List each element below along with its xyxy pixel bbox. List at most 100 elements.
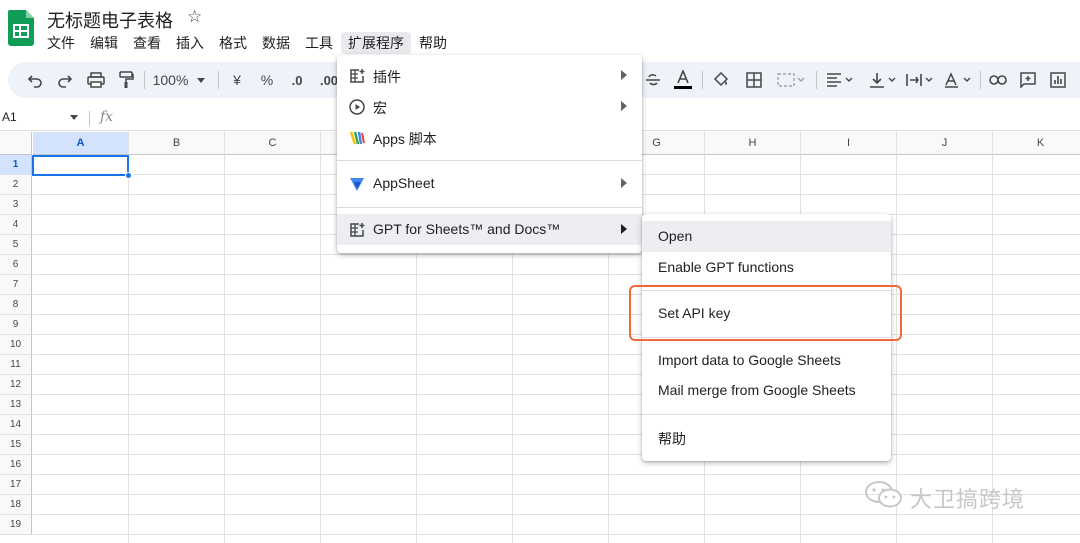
horizontal-align-icon[interactable] bbox=[822, 62, 858, 98]
insert-chart-icon[interactable] bbox=[1045, 62, 1071, 98]
menu-item-label: GPT for Sheets™ and Docs™ bbox=[373, 221, 561, 237]
print-icon[interactable] bbox=[83, 62, 109, 98]
menu-item-apps-script[interactable]: Apps 脚本 bbox=[337, 122, 642, 153]
row-header-7[interactable]: 7 bbox=[0, 275, 32, 295]
column-header-c[interactable]: C bbox=[225, 132, 321, 155]
menu-format[interactable]: 格式 bbox=[212, 32, 254, 54]
row-header-10[interactable]: 10 bbox=[0, 335, 32, 355]
row-header-5[interactable]: 5 bbox=[0, 235, 32, 255]
fill-handle[interactable] bbox=[125, 172, 132, 179]
percent-format-button[interactable]: % bbox=[256, 62, 278, 98]
menu-divider bbox=[337, 207, 642, 208]
text-rotation-icon[interactable] bbox=[940, 62, 976, 98]
sheets-logo-icon[interactable] bbox=[8, 10, 34, 46]
appsheet-icon bbox=[348, 175, 365, 192]
row-header-1[interactable]: 1 bbox=[0, 155, 32, 175]
row-header-6[interactable]: 6 bbox=[0, 255, 32, 275]
menu-tools[interactable]: 工具 bbox=[298, 32, 340, 54]
submenu-item-enable-gpt-functions[interactable]: Enable GPT functions bbox=[642, 252, 891, 283]
borders-icon[interactable] bbox=[741, 62, 767, 98]
row-header-4[interactable]: 4 bbox=[0, 215, 32, 235]
decrease-decimal-button[interactable]: .0 bbox=[285, 62, 309, 98]
play-circle-icon bbox=[348, 98, 365, 115]
row-header-3[interactable]: 3 bbox=[0, 195, 32, 215]
menu-extensions[interactable]: 扩展程序 bbox=[341, 32, 411, 54]
submenu-item-open[interactable]: Open bbox=[642, 221, 891, 252]
wechat-icon bbox=[864, 480, 904, 515]
text-wrap-icon[interactable] bbox=[902, 62, 938, 98]
column-header-i[interactable]: I bbox=[801, 132, 897, 155]
active-cell-a1[interactable] bbox=[32, 155, 129, 176]
chevron-down-icon bbox=[197, 77, 206, 83]
addon-icon bbox=[348, 221, 365, 238]
select-all-corner[interactable] bbox=[0, 132, 32, 155]
menu-help[interactable]: 帮助 bbox=[412, 32, 454, 54]
column-header-k[interactable]: K bbox=[993, 132, 1080, 155]
menu-edit[interactable]: 编辑 bbox=[83, 32, 125, 54]
toolbar-divider bbox=[980, 71, 981, 89]
row-header-13[interactable]: 13 bbox=[0, 395, 32, 415]
menu-item-label: 帮助 bbox=[658, 431, 686, 447]
menu-item-addons[interactable]: 插件 bbox=[337, 60, 642, 91]
menu-item-label: 插件 bbox=[373, 69, 401, 85]
highlight-annotation-box bbox=[629, 285, 902, 341]
menu-bar: 文件 编辑 查看 插入 格式 数据 工具 扩展程序 帮助 bbox=[40, 32, 455, 54]
chevron-down-icon[interactable] bbox=[70, 115, 78, 120]
row-header-12[interactable]: 12 bbox=[0, 375, 32, 395]
fill-color-icon[interactable] bbox=[708, 62, 734, 98]
fx-icon: fx bbox=[100, 109, 114, 125]
row-header-15[interactable]: 15 bbox=[0, 435, 32, 455]
menu-divider bbox=[642, 414, 891, 415]
paint-format-icon[interactable] bbox=[113, 62, 139, 98]
row-header-14[interactable]: 14 bbox=[0, 415, 32, 435]
spreadsheet-app: 无标题电子表格 ☆ 文件 编辑 查看 插入 格式 数据 工具 扩展程序 帮助 1… bbox=[0, 0, 1080, 543]
menu-item-label: Mail merge from Google Sheets bbox=[658, 382, 856, 398]
submenu-item-import-data[interactable]: Import data to Google Sheets bbox=[642, 345, 891, 376]
menu-view[interactable]: 查看 bbox=[126, 32, 168, 54]
zoom-select[interactable]: 100% bbox=[148, 62, 210, 98]
submenu-arrow-icon bbox=[621, 224, 627, 234]
row-header-11[interactable]: 11 bbox=[0, 355, 32, 375]
menu-item-appsheet[interactable]: AppSheet bbox=[337, 168, 642, 199]
menu-data[interactable]: 数据 bbox=[255, 32, 297, 54]
merge-cells-icon[interactable] bbox=[773, 62, 809, 98]
row-header-19[interactable]: 19 bbox=[0, 515, 32, 535]
strikethrough-icon[interactable] bbox=[640, 62, 666, 98]
menu-file[interactable]: 文件 bbox=[40, 32, 82, 54]
column-header-h[interactable]: H bbox=[705, 132, 801, 155]
column-header-b[interactable]: B bbox=[129, 132, 225, 155]
row-header-18[interactable]: 18 bbox=[0, 495, 32, 515]
submenu-item-mail-merge[interactable]: Mail merge from Google Sheets bbox=[642, 375, 891, 406]
column-header-j[interactable]: J bbox=[897, 132, 993, 155]
formula-divider bbox=[89, 111, 90, 126]
menu-item-label: Enable GPT functions bbox=[658, 259, 794, 275]
row-header-16[interactable]: 16 bbox=[0, 455, 32, 475]
row-header-2[interactable]: 2 bbox=[0, 175, 32, 195]
menu-item-macros[interactable]: 宏 bbox=[337, 91, 642, 122]
row-header-8[interactable]: 8 bbox=[0, 295, 32, 315]
undo-icon[interactable] bbox=[22, 62, 48, 98]
extensions-menu: 插件 宏 Apps 脚本 AppSheet GPT for Sheets™ an… bbox=[337, 55, 642, 253]
currency-format-button[interactable]: ¥ bbox=[226, 62, 248, 98]
toolbar-divider bbox=[218, 71, 219, 89]
submenu-arrow-icon bbox=[621, 101, 627, 111]
menu-insert[interactable]: 插入 bbox=[169, 32, 211, 54]
submenu-arrow-icon bbox=[621, 178, 627, 188]
row-header-9[interactable]: 9 bbox=[0, 315, 32, 335]
redo-icon[interactable] bbox=[52, 62, 78, 98]
star-icon[interactable]: ☆ bbox=[187, 7, 202, 27]
insert-link-icon[interactable] bbox=[985, 62, 1011, 98]
watermark-text: 大卫搞跨境 bbox=[910, 486, 1026, 512]
column-header-a[interactable]: A bbox=[33, 132, 129, 155]
insert-comment-icon[interactable] bbox=[1015, 62, 1041, 98]
vertical-align-icon[interactable] bbox=[865, 62, 901, 98]
menu-item-label: 宏 bbox=[373, 100, 387, 116]
submenu-arrow-icon bbox=[621, 70, 627, 80]
document-title[interactable]: 无标题电子表格 bbox=[47, 7, 173, 33]
addon-icon bbox=[348, 67, 365, 84]
menu-item-gpt-for-sheets[interactable]: GPT for Sheets™ and Docs™ bbox=[337, 214, 642, 245]
submenu-item-help[interactable]: 帮助 bbox=[642, 422, 891, 453]
row-header-17[interactable]: 17 bbox=[0, 475, 32, 495]
name-box[interactable]: A1 bbox=[2, 110, 17, 124]
text-color-icon[interactable] bbox=[670, 62, 696, 98]
